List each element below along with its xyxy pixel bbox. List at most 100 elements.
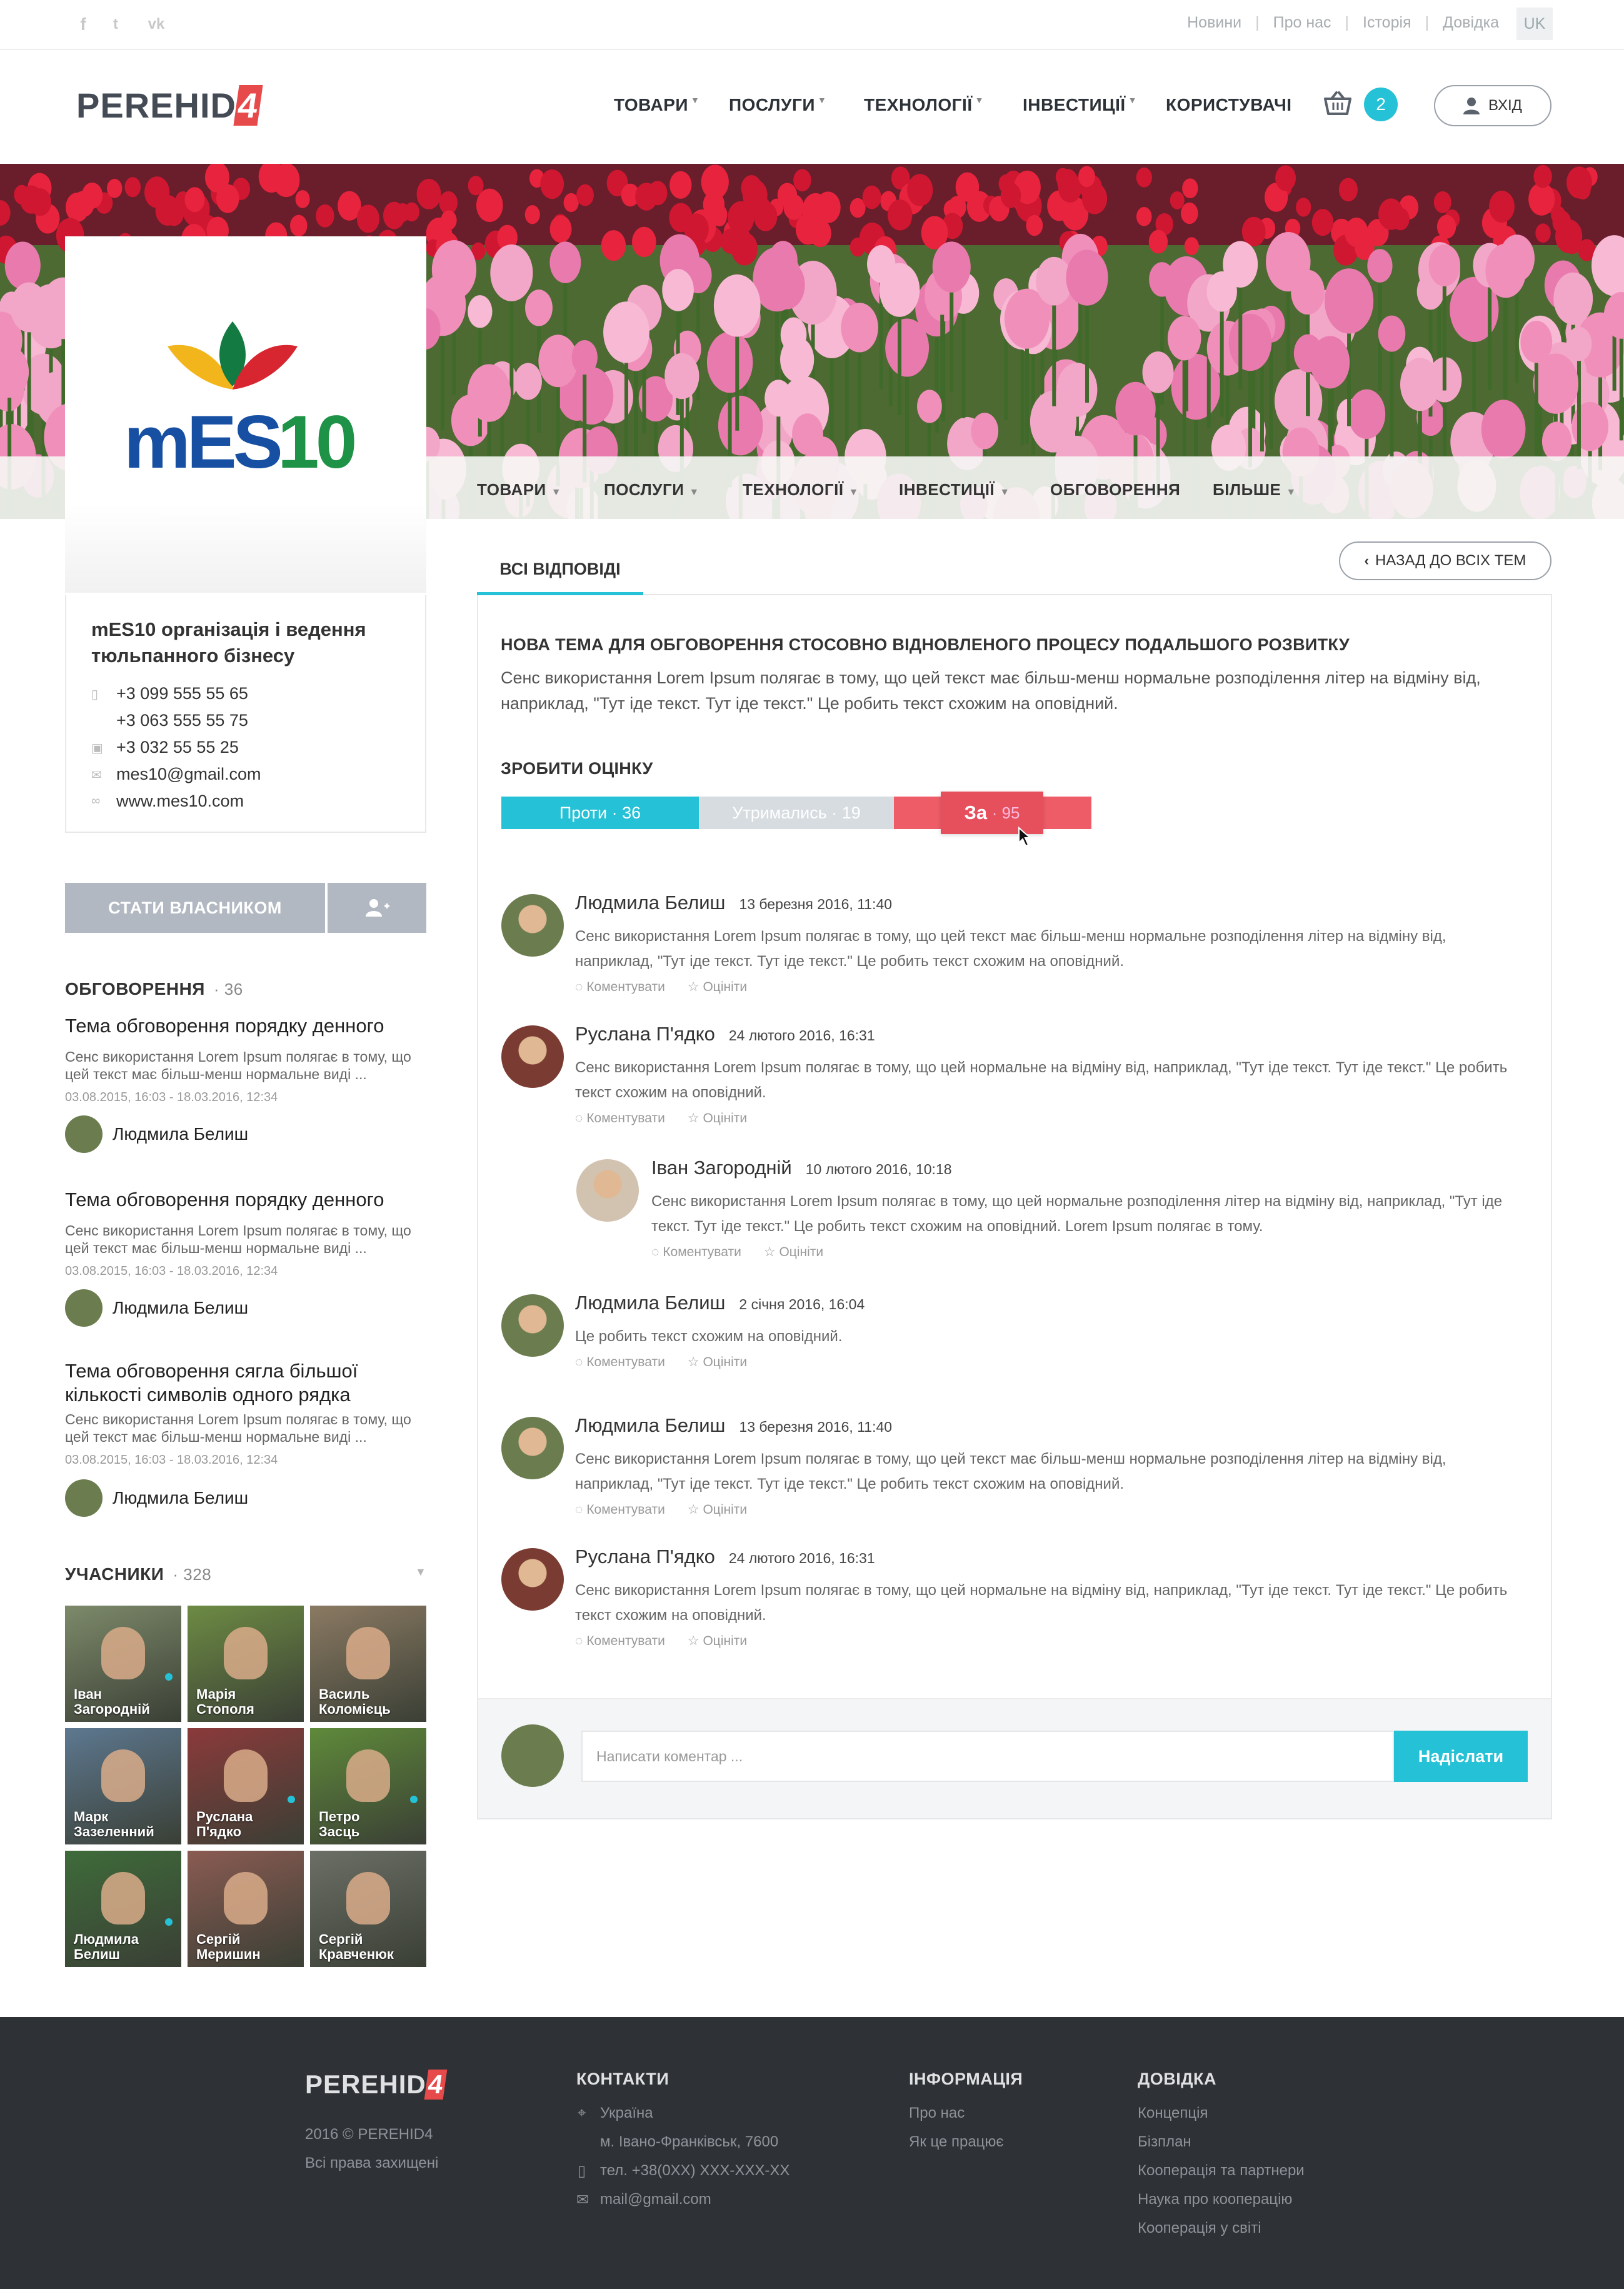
footer-link-concept[interactable]: Концепція xyxy=(1138,2105,1208,2122)
reply-link[interactable]: ◌ Коментувати xyxy=(575,980,665,994)
reply-link[interactable]: ◌ Коментувати xyxy=(575,1111,665,1125)
discussion-author[interactable]: Людмила Белиш xyxy=(113,1124,248,1144)
tab-all-replies[interactable]: ВСІ ВІДПОВІДІ xyxy=(477,550,643,595)
org-phone-1[interactable]: +3 099 555 55 65 xyxy=(116,684,248,703)
nav-services[interactable]: ПОСЛУГИ ▼ xyxy=(729,95,826,115)
twitter-icon[interactable]: t xyxy=(106,15,125,34)
become-owner-button[interactable]: СТАТИ ВЛАСНИКОМ xyxy=(65,883,325,933)
chevron-down-icon[interactable]: ▼ xyxy=(415,1566,426,1579)
member-name: Марк Зазеленний xyxy=(74,1809,154,1839)
rate-link[interactable]: ☆ Оцініти xyxy=(688,1634,747,1648)
footer-link-how-it-works[interactable]: Як це працює xyxy=(909,2133,1004,2151)
comment-author-name[interactable]: Руслана П'ядко xyxy=(575,1546,715,1567)
rate-link[interactable]: ☆ Оцініти xyxy=(688,1502,747,1517)
avatar[interactable] xyxy=(501,894,564,957)
footer-link-about[interactable]: Про нас xyxy=(909,2105,965,2122)
language-switch[interactable]: UK xyxy=(1516,8,1553,40)
rate-link[interactable]: ☆ Оцініти xyxy=(688,980,747,994)
star-icon: ☆ xyxy=(687,1355,703,1369)
subnav-technologies[interactable]: ТЕХНОЛОГІЇ ▼ xyxy=(743,480,859,500)
comment-author[interactable]: Людмила Белиш 2 січня 2016, 16:04 xyxy=(575,1292,865,1314)
member-tile[interactable]: Руслана П'ядко xyxy=(188,1728,304,1844)
avatar[interactable] xyxy=(576,1159,639,1222)
top-link-history[interactable]: Історія xyxy=(1363,14,1411,31)
top-link-help[interactable]: Довідка xyxy=(1443,14,1499,31)
rate-link[interactable]: ☆ Оцініти xyxy=(688,1355,747,1369)
fax-icon: ▣ xyxy=(91,742,103,755)
footer-link-cooperation[interactable]: Кооперація та партнери xyxy=(1138,2162,1305,2180)
cart-count-badge[interactable]: 2 xyxy=(1364,88,1398,121)
footer-link-business-plan[interactable]: Бізплан xyxy=(1138,2133,1191,2151)
avatar[interactable] xyxy=(65,1479,103,1517)
comment-author-name[interactable]: Руслана П'ядко xyxy=(575,1023,715,1045)
subnav-more[interactable]: БІЛЬШЕ ▼ xyxy=(1213,480,1296,500)
star-icon: ☆ xyxy=(763,1245,779,1259)
member-tile[interactable]: Сергій Кравченюк xyxy=(310,1851,426,1967)
send-button[interactable]: Надіслати xyxy=(1394,1731,1528,1782)
nav-technologies[interactable]: ТЕХНОЛОГІЇ ▼ xyxy=(864,95,984,115)
discussion-title[interactable]: Тема обговорення порядку денного xyxy=(65,1014,426,1038)
back-to-topics-button[interactable]: ‹ НАЗАД ДО ВСІХ ТЕМ xyxy=(1339,541,1551,580)
avatar[interactable] xyxy=(501,1417,564,1479)
vk-icon[interactable]: vk xyxy=(143,15,170,34)
member-tile[interactable]: Сергій Меришин xyxy=(188,1851,304,1967)
avatar[interactable] xyxy=(501,1025,564,1088)
avatar[interactable] xyxy=(65,1289,103,1327)
vote-against-button[interactable]: Проти · 36 xyxy=(501,797,699,829)
vote-abstain-button[interactable]: Утримались · 19 xyxy=(699,797,894,829)
avatar[interactable] xyxy=(501,1294,564,1357)
member-tile[interactable]: Марк Зазеленний xyxy=(65,1728,181,1844)
avatar[interactable] xyxy=(65,1115,103,1153)
site-logo[interactable]: PEREHID4 xyxy=(76,85,263,126)
comment-author[interactable]: Руслана П'ядко 24 лютого 2016, 16:31 xyxy=(575,1023,875,1045)
subnav-investments[interactable]: ІНВЕСТИЦІЇ ▼ xyxy=(899,480,1010,500)
subnav-goods[interactable]: ТОВАРИ ▼ xyxy=(477,480,561,500)
footer-logo[interactable]: PEREHID4 xyxy=(305,2070,448,2100)
org-phone-2[interactable]: +3 063 555 55 75 xyxy=(116,711,248,730)
comment-input[interactable]: Написати коментар ... xyxy=(581,1731,1394,1782)
member-tile[interactable]: Петро Засць xyxy=(310,1728,426,1844)
discussion-author[interactable]: Людмила Белиш xyxy=(113,1488,248,1508)
join-button[interactable] xyxy=(328,883,426,933)
subnav-discussions[interactable]: ОБГОВОРЕННЯ xyxy=(1050,480,1180,500)
member-tile[interactable]: Василь Коломієць xyxy=(310,1606,426,1722)
facebook-icon[interactable]: f xyxy=(74,15,93,34)
top-link-news[interactable]: Новини xyxy=(1187,14,1241,31)
reply-link[interactable]: ◌ Коментувати xyxy=(575,1355,665,1369)
avatar[interactable] xyxy=(501,1548,564,1611)
discussion-title[interactable]: Тема обговорення сягла більшої кількості… xyxy=(65,1359,390,1407)
comment-author-name[interactable]: Людмила Белиш xyxy=(575,1292,725,1314)
member-tile[interactable]: Іван Загородній xyxy=(65,1606,181,1722)
discussion-title[interactable]: Тема обговорення порядку денного xyxy=(65,1188,426,1212)
top-link-about[interactable]: Про нас xyxy=(1273,14,1331,31)
comment-text: Сенс використання Lorem Ipsum полягає в … xyxy=(575,1582,1508,1624)
rate-link[interactable]: ☆ Оцініти xyxy=(688,1111,747,1125)
comment-author[interactable]: Людмила Белиш 13 березня 2016, 11:40 xyxy=(575,1414,892,1437)
comment-author[interactable]: Іван Загородній 10 лютого 2016, 10:18 xyxy=(651,1157,952,1179)
nav-users[interactable]: КОРИСТУВАЧІ xyxy=(1166,95,1292,115)
member-tile[interactable]: Людмила Белиш xyxy=(65,1851,181,1967)
comment-icon: ◌ xyxy=(575,1111,587,1125)
member-tile[interactable]: Марія Стополя xyxy=(188,1606,304,1722)
comment-author-name[interactable]: Людмила Белиш xyxy=(575,892,725,913)
reply-link[interactable]: ◌ Коментувати xyxy=(575,1634,665,1648)
rate-link[interactable]: ☆ Оцініти xyxy=(764,1245,823,1259)
subnav-services[interactable]: ПОСЛУГИ ▼ xyxy=(604,480,699,500)
login-button[interactable]: ВХІД xyxy=(1434,85,1551,126)
footer-email[interactable]: mail@gmail.com xyxy=(600,2191,711,2208)
org-email[interactable]: mes10@gmail.com xyxy=(116,765,261,784)
reply-link[interactable]: ◌ Коментувати xyxy=(575,1502,665,1517)
reply-link[interactable]: ◌ Коментувати xyxy=(651,1245,741,1259)
footer-link-science[interactable]: Наука про кооперацію xyxy=(1138,2191,1292,2208)
comment-author-name[interactable]: Людмила Белиш xyxy=(575,1414,725,1436)
comment-author[interactable]: Людмила Белиш 13 березня 2016, 11:40 xyxy=(575,892,892,914)
footer-link-world[interactable]: Кооперація у світі xyxy=(1138,2220,1261,2237)
comment-author[interactable]: Руслана П'ядко 24 лютого 2016, 16:31 xyxy=(575,1546,875,1568)
comment-author-name[interactable]: Іван Загородній xyxy=(651,1157,792,1179)
discussion-author[interactable]: Людмила Белиш xyxy=(113,1298,248,1318)
org-website[interactable]: www.mes10.com xyxy=(116,792,244,811)
cart-icon[interactable] xyxy=(1323,90,1353,118)
nav-investments[interactable]: ІНВЕСТИЦІЇ ▼ xyxy=(1023,95,1137,115)
nav-goods[interactable]: ТОВАРИ ▼ xyxy=(614,95,699,115)
discussions-heading: ОБГОВОРЕННЯ · 36 xyxy=(65,979,243,999)
